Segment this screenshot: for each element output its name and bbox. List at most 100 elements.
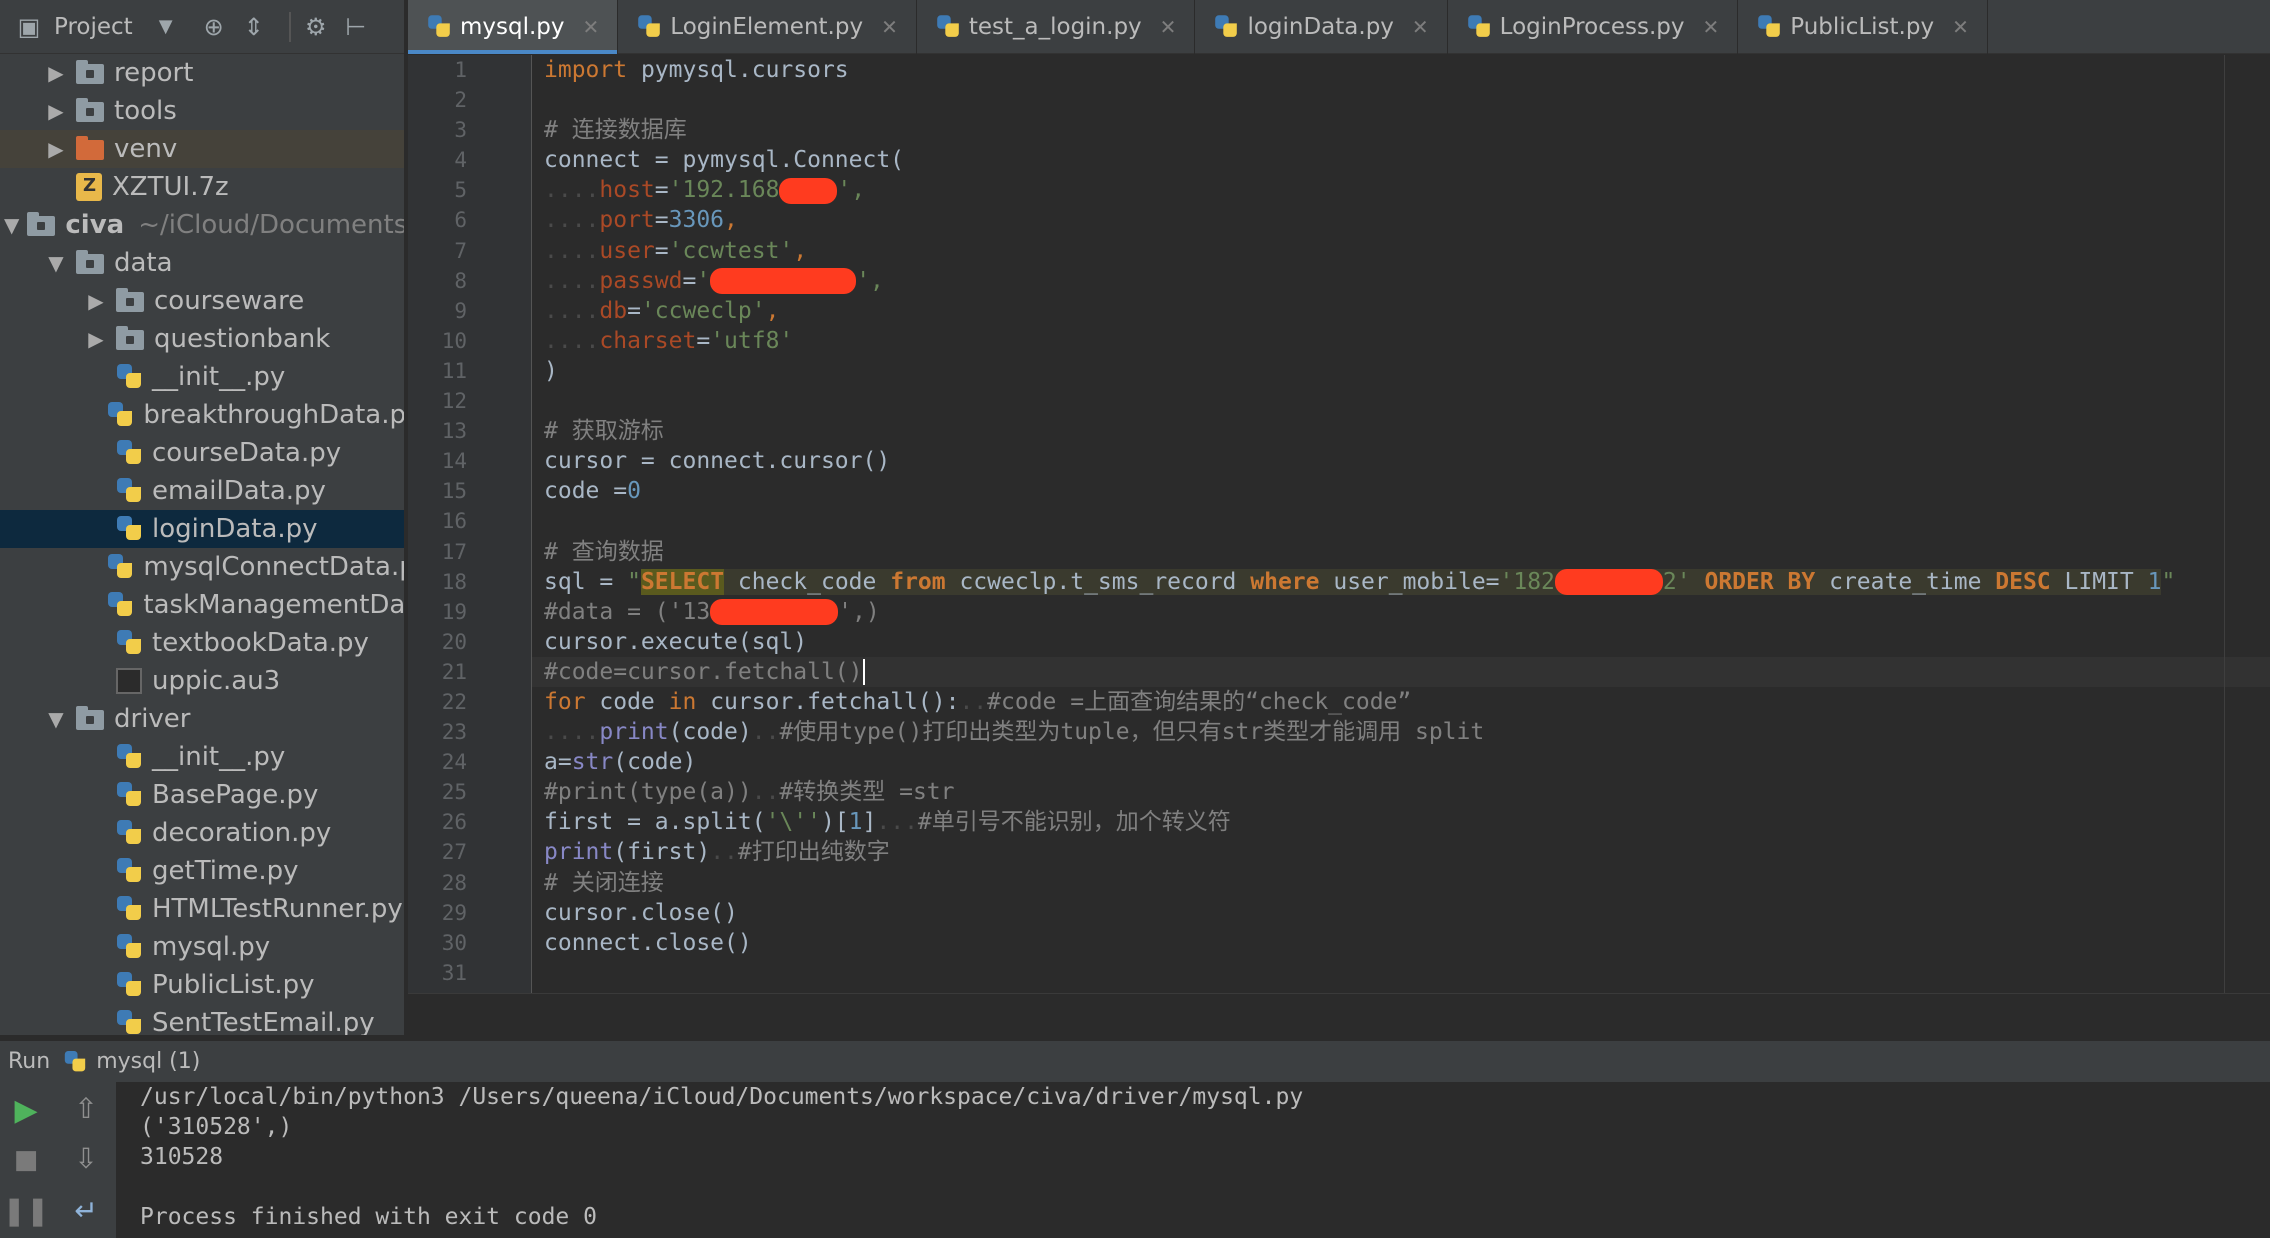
close-icon[interactable]: ✕ xyxy=(881,15,898,39)
chevron-right-icon[interactable]: ▶ xyxy=(84,282,108,320)
line-number: 15 xyxy=(441,479,467,504)
project-sidebar: ▣ Project ▼ ⊕ ⇕ ⚙ ⊢ ▶report▶tools▶venv▶X… xyxy=(0,0,406,1035)
tree-item[interactable]: ▼ data xyxy=(0,244,404,282)
tree-item-label: SentTestEmail.py xyxy=(152,1008,375,1035)
tree-item[interactable]: ▶loginData.py xyxy=(0,510,404,548)
python-file-icon xyxy=(116,439,142,467)
scroll-down-icon[interactable]: ⇩ xyxy=(66,1138,106,1178)
code-area[interactable]: import pymysql.cursors # 连接数据库 connect =… xyxy=(532,55,2270,988)
tree-item[interactable]: ▶ questionbank xyxy=(0,320,404,358)
project-view-selector[interactable]: Project xyxy=(54,14,133,40)
hide-panel-icon[interactable]: ⊢ xyxy=(341,12,371,42)
run-panel: ▶ ⇧ ■ ⇩ ❚❚ ↵ /usr/local/bin/python3 /Use… xyxy=(0,1082,2270,1238)
gear-icon[interactable]: ⚙ xyxy=(301,12,331,42)
tree-item[interactable]: ▶taskManagementDat xyxy=(0,586,404,624)
editor-tab[interactable]: loginData.py ✕ xyxy=(1195,0,1448,54)
tree-item[interactable]: ▶getTime.py xyxy=(0,852,404,890)
code-line: for code in cursor.fetchall():..#code =上… xyxy=(544,688,1412,715)
rerun-icon[interactable]: ▶ xyxy=(6,1090,46,1130)
tree-item[interactable]: ▶breakthroughData.p xyxy=(0,396,404,434)
tab-label: LoginProcess.py xyxy=(1499,14,1685,40)
line-number: 29 xyxy=(441,900,467,925)
editor-tab[interactable]: LoginElement.py ✕ xyxy=(618,0,917,54)
text-caret xyxy=(862,659,865,686)
tree-item[interactable]: ▶HTMLTestRunner.py xyxy=(0,890,404,928)
code-editor[interactable]: 1 2 3 4 5 6 7 8 9 10 11 12 13 14 15 16 17 18 19 20 21 22 23 24 2… xyxy=(408,55,2270,993)
pause-icon[interactable]: ❚❚ xyxy=(3,1190,50,1230)
tree-item[interactable]: ▶textbookData.py xyxy=(0,624,404,662)
tree-item[interactable]: ▼ civa ~/iCloud/Documents/ xyxy=(0,206,404,244)
project-view-icon[interactable]: ▣ xyxy=(14,12,44,42)
close-icon[interactable]: ✕ xyxy=(1160,15,1177,39)
code-line: print(first)..#打印出纯数字 xyxy=(544,839,890,866)
code-line: # 连接数据库 xyxy=(544,117,687,144)
close-icon[interactable]: ✕ xyxy=(1703,15,1720,39)
tree-item[interactable]: ▶BasePage.py xyxy=(0,776,404,814)
close-icon[interactable]: ✕ xyxy=(1412,15,1429,39)
line-number: 21 xyxy=(441,659,467,684)
tree-item[interactable]: ▶ courseware xyxy=(0,282,404,320)
tree-item-label: textbookData.py xyxy=(152,628,369,658)
editor-tab[interactable]: test_a_login.py ✕ xyxy=(917,0,1196,54)
chevron-right-icon[interactable]: ▶ xyxy=(44,130,68,168)
editor-tab[interactable]: LoginProcess.py ✕ xyxy=(1448,0,1739,54)
folder-icon xyxy=(27,212,56,236)
line-number: 22 xyxy=(441,689,467,714)
locate-icon[interactable]: ⊕ xyxy=(199,12,229,42)
tree-item-label: uppic.au3 xyxy=(152,666,281,696)
line-number: 11 xyxy=(441,358,467,383)
run-config-tab[interactable]: mysql (1) xyxy=(96,1049,200,1074)
tree-item[interactable]: ▶mysqlConnectData.p xyxy=(0,548,404,586)
project-panel-header: ▣ Project ▼ ⊕ ⇕ ⚙ ⊢ xyxy=(0,0,404,54)
soft-wrap-icon[interactable]: ↵ xyxy=(66,1190,106,1230)
console-output[interactable]: /usr/local/bin/python3 /Users/queena/iCl… xyxy=(140,1082,2270,1232)
code-line: # 获取游标 xyxy=(544,418,664,445)
tree-item[interactable]: ▶mysql.py xyxy=(0,928,404,966)
line-number: 3 xyxy=(454,118,467,143)
scroll-up-icon[interactable]: ⇧ xyxy=(66,1088,106,1128)
editor-tab[interactable]: mysql.py ✕ xyxy=(408,0,619,54)
code-line: ....print(code)..#使用type()打印出类型为tuple，但只… xyxy=(544,719,1485,746)
chevron-right-icon[interactable]: ▶ xyxy=(44,54,68,92)
collapse-all-icon[interactable]: ⇕ xyxy=(239,12,269,42)
tree-item-label: mysqlConnectData.p xyxy=(143,552,406,582)
code-line: # 查询数据 xyxy=(544,538,664,565)
tree-item[interactable]: ▶emailData.py xyxy=(0,472,404,510)
tree-item-label: loginData.py xyxy=(152,514,318,544)
tree-item[interactable]: ▶__init__.py xyxy=(0,738,404,776)
tree-item[interactable]: ▶ tools xyxy=(0,92,404,130)
console-line: ('310528',) xyxy=(140,1114,293,1140)
line-number: 25 xyxy=(441,780,467,805)
tree-item[interactable]: ▶ venv xyxy=(0,130,404,168)
chevron-down-icon[interactable]: ▼ xyxy=(44,700,68,738)
editor-tab[interactable]: PublicList.py ✕ xyxy=(1738,0,1988,54)
tree-item[interactable]: ▼ driver xyxy=(0,700,404,738)
tree-item[interactable]: ▶SentTestEmail.py xyxy=(0,1004,404,1035)
close-icon[interactable]: ✕ xyxy=(1952,15,1969,39)
tree-item[interactable]: ▶uppic.au3 xyxy=(0,662,404,700)
chevron-down-icon[interactable]: ▼ xyxy=(4,206,19,244)
tree-item[interactable]: ▶decoration.py xyxy=(0,814,404,852)
folder-icon xyxy=(76,60,104,84)
line-number: 26 xyxy=(441,810,467,835)
tree-item[interactable]: ▶ report xyxy=(0,54,404,92)
tree-item[interactable]: ▶XZTUI.7z xyxy=(0,168,404,206)
line-number: 16 xyxy=(441,509,467,534)
chevron-right-icon[interactable]: ▶ xyxy=(84,320,108,358)
tree-item[interactable]: ▶courseData.py xyxy=(0,434,404,472)
python-file-icon xyxy=(116,971,142,999)
python-file-icon xyxy=(107,401,133,429)
chevron-right-icon[interactable]: ▶ xyxy=(44,92,68,130)
chevron-down-icon[interactable]: ▼ xyxy=(44,244,68,282)
chevron-down-icon[interactable]: ▼ xyxy=(151,12,181,42)
close-icon[interactable]: ✕ xyxy=(583,15,600,39)
tree-item[interactable]: ▶__init__.py xyxy=(0,358,404,396)
line-number: 31 xyxy=(441,960,467,985)
tree-item[interactable]: ▶PublicList.py xyxy=(0,966,404,1004)
tree-item-label: __init__.py xyxy=(152,742,286,772)
code-line: ....passwd=' ', xyxy=(544,267,884,295)
stop-icon[interactable]: ■ xyxy=(6,1140,46,1180)
tree-item-label: BasePage.py xyxy=(152,780,319,810)
